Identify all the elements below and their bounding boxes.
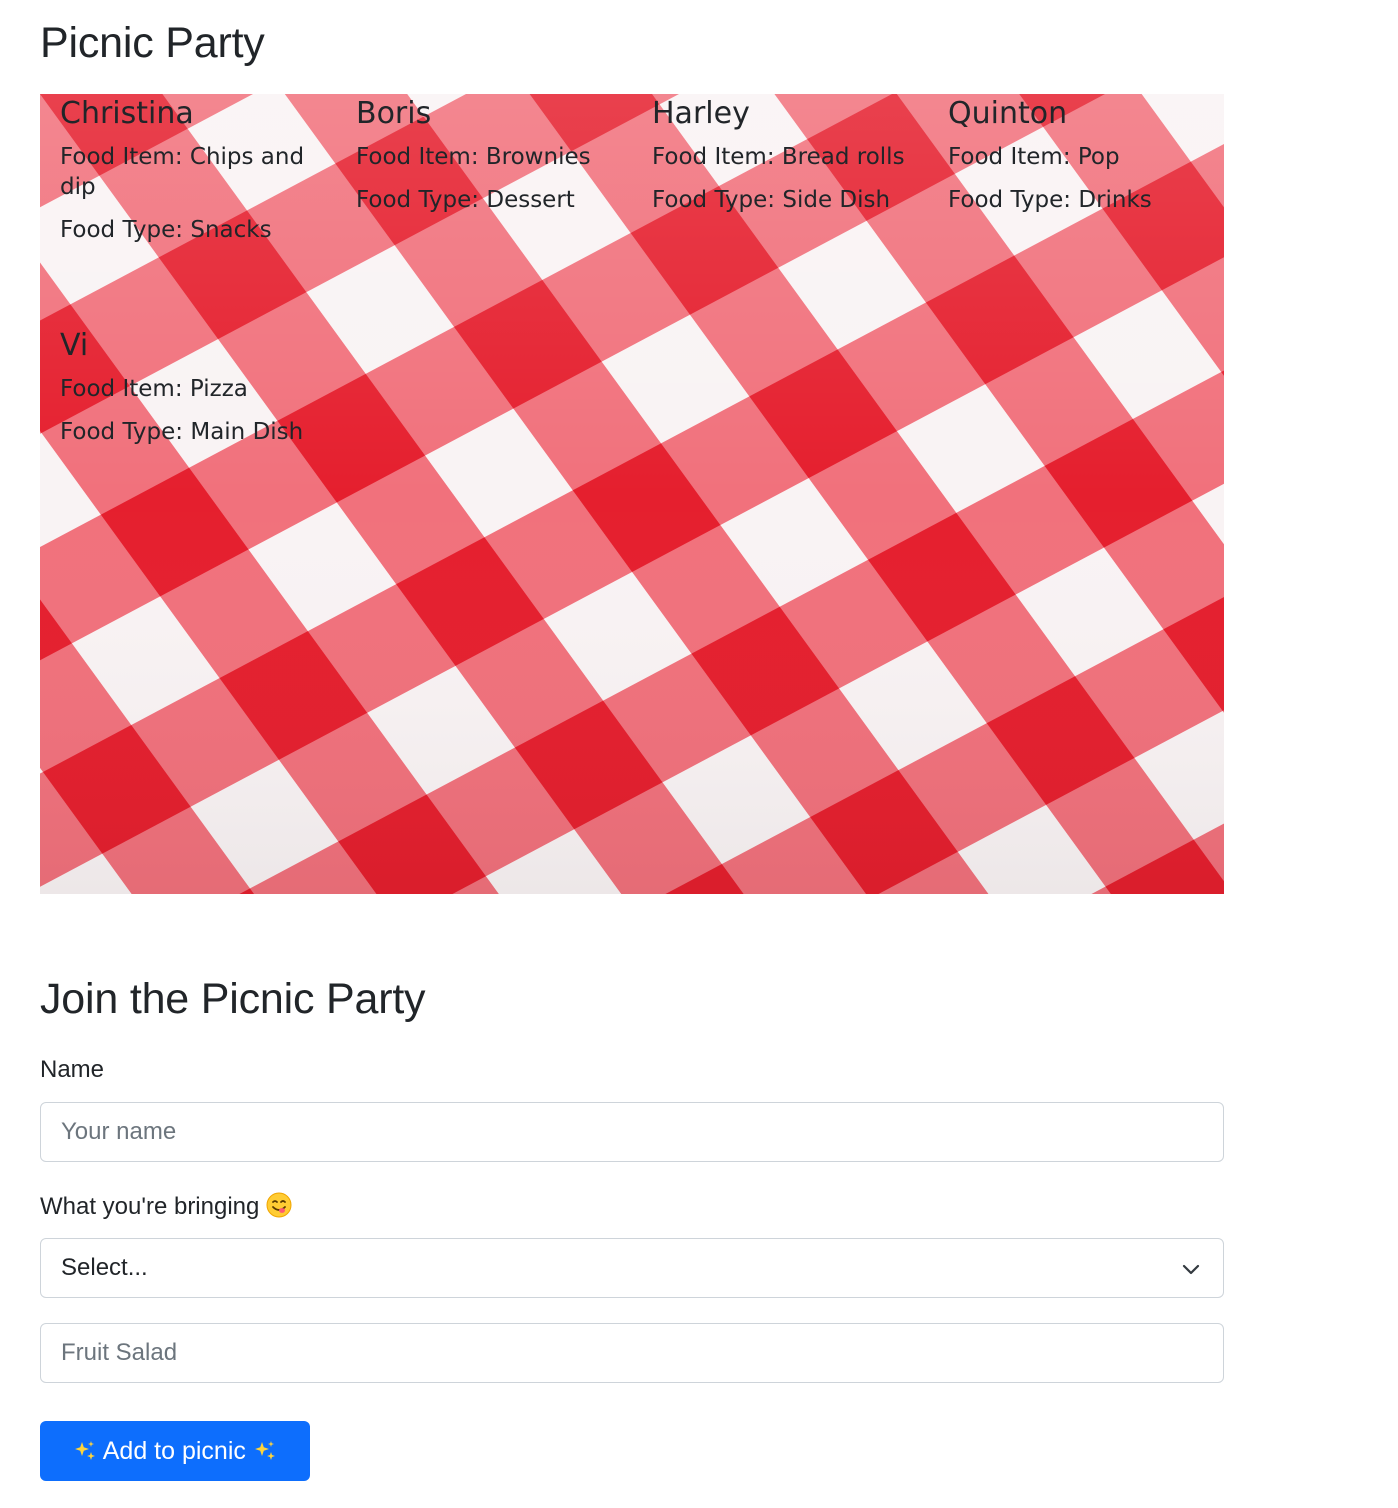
- name-label: Name: [40, 1056, 105, 1083]
- guest-name: Harley: [652, 96, 750, 131]
- guest-card: Vi Food Item: Pizza Food Type: Main Dish: [60, 326, 330, 447]
- food-item-input[interactable]: [40, 1323, 1224, 1383]
- sparkles-icon: [253, 1425, 277, 1485]
- guest-food-item: Food Item: Brownies: [356, 144, 591, 170]
- guest-name: Quinton: [948, 96, 1068, 131]
- guest-food-type: Food Type: Dessert: [356, 187, 575, 213]
- bringing-label: What you're bringing: [40, 1193, 260, 1220]
- join-form-title: Join the Picnic Party: [40, 975, 426, 1023]
- sparkles-icon: [73, 1425, 97, 1485]
- yum-face-emoji-icon: [266, 1192, 292, 1226]
- guest-food-item: Food Item: Pizza: [60, 376, 248, 402]
- page-title: Picnic Party: [40, 19, 265, 67]
- chevron-down-icon: [1182, 1264, 1200, 1275]
- guest-card: Quinton Food Item: Pop Food Type: Drinks: [948, 94, 1218, 215]
- guest-name: Christina: [60, 96, 194, 131]
- guest-food-item: Food Item: Bread rolls: [652, 144, 905, 170]
- name-input[interactable]: [40, 1102, 1224, 1162]
- guest-card: Boris Food Item: Brownies Food Type: Des…: [356, 94, 626, 215]
- guest-food-type: Food Type: Side Dish: [652, 187, 891, 213]
- food-type-select[interactable]: Select...: [40, 1238, 1224, 1298]
- guest-card: Harley Food Item: Bread rolls Food Type:…: [652, 94, 922, 215]
- food-type-select-value: Select...: [61, 1254, 148, 1281]
- guest-food-type: Food Type: Snacks: [60, 217, 272, 243]
- guest-card: Christina Food Item: Chips and dip Food …: [60, 94, 330, 245]
- add-to-picnic-button[interactable]: Add to picnic: [40, 1421, 310, 1481]
- guest-food-item: Food Item: Chips and dip: [60, 144, 305, 200]
- guest-food-type: Food Type: Main Dish: [60, 419, 304, 445]
- guest-name: Vi: [60, 328, 89, 363]
- guest-food-type: Food Type: Drinks: [948, 187, 1152, 213]
- bringing-label-row: What you're bringing: [40, 1192, 292, 1226]
- add-to-picnic-label: Add to picnic: [102, 1437, 246, 1465]
- guest-food-item: Food Item: Pop: [948, 144, 1120, 170]
- guest-name: Boris: [356, 96, 432, 131]
